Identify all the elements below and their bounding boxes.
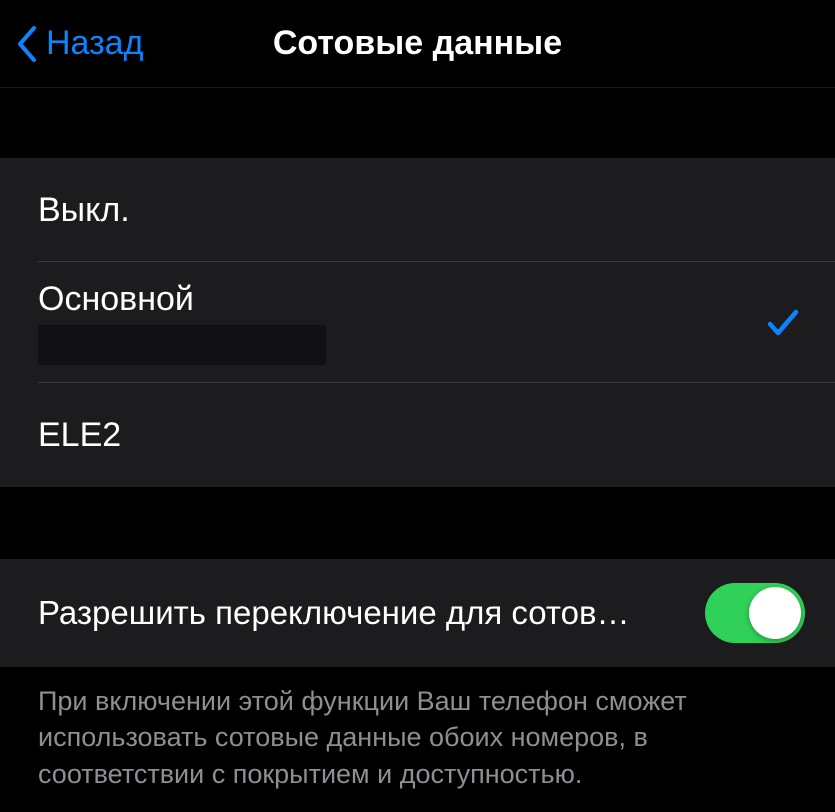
checkmark-icon xyxy=(765,305,801,341)
option-off[interactable]: Выкл. xyxy=(0,158,835,262)
toggle-knob xyxy=(749,587,801,639)
option-ele2[interactable]: ELE2 xyxy=(0,383,835,487)
page-title: Сотовые данные xyxy=(273,24,562,63)
chevron-left-icon xyxy=(14,24,38,64)
data-line-options: Выкл. Основной ELE2 xyxy=(0,158,835,487)
option-content: Основной xyxy=(38,280,326,365)
navbar: Назад Сотовые данные xyxy=(0,0,835,88)
back-button[interactable]: Назад xyxy=(0,0,143,87)
option-subtitle-redacted xyxy=(38,325,326,365)
section-spacer xyxy=(0,487,835,559)
allow-switching-row: Разрешить переключение для сотов… xyxy=(0,559,835,667)
back-label: Назад xyxy=(46,24,143,63)
option-primary[interactable]: Основной xyxy=(0,262,835,383)
section-spacer xyxy=(0,88,835,158)
toggle-label: Разрешить переключение для сотов… xyxy=(38,594,630,632)
footer-description: При включении этой функции Ваш телефон с… xyxy=(0,667,835,812)
option-label: Выкл. xyxy=(38,191,130,230)
allow-switching-toggle[interactable] xyxy=(705,583,805,643)
option-label: ELE2 xyxy=(38,416,121,455)
option-label: Основной xyxy=(38,280,326,319)
